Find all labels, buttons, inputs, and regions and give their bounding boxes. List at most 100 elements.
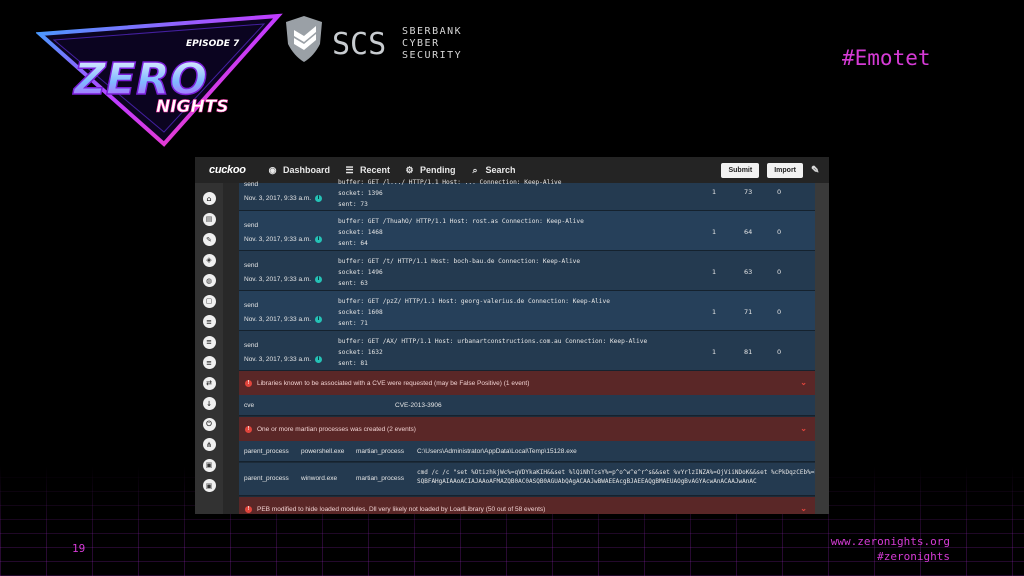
network-icon[interactable]: ◈ xyxy=(202,253,216,267)
return-col: 81 xyxy=(744,348,753,356)
parent-process-value: powershell.exe xyxy=(301,448,345,455)
api-call-row[interactable]: send Nov. 3, 2017, 9:33 a.m. i buffer: G… xyxy=(239,211,815,251)
nav-dashboard-label: Dashboard xyxy=(283,165,331,175)
info-icon[interactable]: i xyxy=(315,195,322,202)
slide-footer-links: www.zeronights.org #zeronights xyxy=(831,534,950,564)
nav-recent[interactable]: ☰ Recent xyxy=(344,165,390,176)
info-icon[interactable]: i xyxy=(315,356,322,363)
arg-sent: sent: 81 xyxy=(338,360,368,367)
behavior-panel: send Nov. 3, 2017, 9:33 a.m. i buffer: G… xyxy=(239,179,825,514)
call-time: Nov. 3, 2017, 9:33 a.m. xyxy=(244,356,312,363)
chevron-down-icon[interactable]: ⌄ xyxy=(800,504,807,513)
arg-socket: socket: 1632 xyxy=(338,349,383,356)
arg-sent: sent: 63 xyxy=(338,280,368,287)
api-call-row[interactable]: send Nov. 3, 2017, 9:33 a.m. i buffer: G… xyxy=(239,291,815,331)
list-icon[interactable]: ≡ xyxy=(202,335,216,349)
arg-socket: socket: 1468 xyxy=(338,229,383,236)
cuckoo-logo[interactable]: cuckoo xyxy=(209,164,267,176)
report-icon[interactable]: ▤ xyxy=(202,212,216,226)
martian-process-key: martian_process xyxy=(356,448,405,455)
signature-data-row: parent_process powershell.exe martian_pr… xyxy=(239,441,815,462)
nav-pending-label: Pending xyxy=(420,165,456,175)
home-icon[interactable]: ⌂ xyxy=(202,192,216,205)
scs-name-line-1: SBERBANK xyxy=(402,26,462,37)
hashtag: #zeronights xyxy=(877,550,950,563)
sidebar: ⌂ ▤ ✎ ◈ ◍ ▢ ≡ ≡ ≡ ⇄ ↓ ⏻ ⋔ ▣ ▣ xyxy=(195,183,223,514)
website-link[interactable]: www.zeronights.org xyxy=(831,534,950,549)
call-arguments: buffer: GET /t/ HTTP/1.1 Host: boch-bau.… xyxy=(338,256,580,289)
repeated-col: 0 xyxy=(777,188,782,196)
scs-logo: SCS SBERBANK CYBER SECURITY xyxy=(286,16,462,62)
nav-search[interactable]: ⌕ Search xyxy=(470,165,516,176)
download-icon[interactable]: ↓ xyxy=(202,397,216,410)
power-icon[interactable]: ⏻ xyxy=(202,417,216,431)
signature-data-row: cve CVE-2013-3906 xyxy=(239,395,815,416)
api-name: send xyxy=(244,302,259,309)
scrollbar[interactable] xyxy=(815,183,829,514)
nav-recent-label: Recent xyxy=(360,165,391,175)
status-col: 1 xyxy=(712,268,717,276)
api-call-row[interactable]: send Nov. 3, 2017, 9:33 a.m. i buffer: G… xyxy=(239,331,815,371)
list-icon[interactable]: ≡ xyxy=(202,315,216,328)
call-time: Nov. 3, 2017, 9:33 a.m. xyxy=(244,195,312,202)
api-name: send xyxy=(244,342,259,349)
lock-icon[interactable]: ▣ xyxy=(202,479,216,492)
arg-sent: sent: 64 xyxy=(338,240,368,247)
call-arguments: buffer: GET /AX/ HTTP/1.1 Host: urbanart… xyxy=(338,336,647,369)
api-call-row[interactable]: send Nov. 3, 2017, 9:33 a.m. i buffer: G… xyxy=(239,179,815,211)
martian-process-value: C:\Users\Administrator\AppData\Local\Tem… xyxy=(417,448,577,455)
submit-button[interactable]: Submit xyxy=(721,162,760,178)
return-col: 71 xyxy=(744,308,753,316)
alert-icon: ! xyxy=(245,425,252,433)
arg-socket: socket: 1396 xyxy=(338,190,383,197)
info-icon[interactable]: i xyxy=(315,276,322,283)
arg-socket: socket: 1608 xyxy=(338,309,383,316)
arg-buffer: buffer: GET /t/ HTTP/1.1 Host: boch-bau.… xyxy=(338,258,581,265)
scs-wordmark: SCS xyxy=(332,27,386,62)
signature-peb-title: PEB modified to hide loaded modules. Dll… xyxy=(257,505,546,513)
info-icon[interactable]: i xyxy=(315,236,322,243)
info-icon[interactable]: i xyxy=(315,316,322,323)
scs-name-line-3: SECURITY xyxy=(402,50,462,61)
arg-buffer: buffer: GET /l.../ HTTP/1.1 Host: ... Co… xyxy=(338,179,562,186)
share-icon[interactable]: ⋔ xyxy=(202,438,216,451)
alert-icon: ! xyxy=(245,379,252,387)
nav-pending[interactable]: ⚙ Pending xyxy=(404,165,456,176)
edit-icon[interactable]: ✎ xyxy=(202,233,216,246)
signature-cve[interactable]: ! Libraries known to be associated with … xyxy=(239,371,815,395)
chevron-down-icon[interactable]: ⌄ xyxy=(800,424,807,433)
command-line-1: cmd /c /c "set %OtizhkjWc%=qVDYkaKIH&&se… xyxy=(417,469,826,476)
repeated-col: 0 xyxy=(777,348,782,356)
brush-icon[interactable]: ✎ xyxy=(811,165,823,176)
call-time: Nov. 3, 2017, 9:33 a.m. xyxy=(244,316,312,323)
search-icon: ⌕ xyxy=(472,164,478,175)
list-icon[interactable]: ≡ xyxy=(202,356,216,369)
api-call-row[interactable]: send Nov. 3, 2017, 9:33 a.m. i buffer: G… xyxy=(239,251,815,291)
repeated-col: 0 xyxy=(777,308,782,316)
nights-wordmark: NIGHTS xyxy=(156,97,229,117)
nav-dashboard[interactable]: ◉ Dashboard xyxy=(267,165,330,176)
import-button[interactable]: Import xyxy=(767,162,803,178)
call-time: Nov. 3, 2017, 9:33 a.m. xyxy=(244,236,312,243)
scs-name-line-2: CYBER xyxy=(402,38,440,49)
call-arguments: buffer: GET /ThuahO/ HTTP/1.1 Host: rost… xyxy=(338,216,584,249)
nav-search-label: Search xyxy=(485,165,516,175)
signature-peb[interactable]: ! PEB modified to hide loaded modules. D… xyxy=(239,497,815,514)
lock-icon[interactable]: ▣ xyxy=(202,458,216,472)
zeronights-logo: EPISODE 7 ZERO NIGHTS xyxy=(36,13,283,147)
arg-buffer: buffer: GET /ThuahO/ HTTP/1.1 Host: rost… xyxy=(338,218,584,225)
status-col: 1 xyxy=(712,228,717,236)
file-icon[interactable]: ▢ xyxy=(202,294,216,308)
repeated-col: 0 xyxy=(777,228,782,236)
shuffle-icon[interactable]: ⇄ xyxy=(202,376,216,390)
api-name: send xyxy=(244,181,259,188)
parent-process-value: winword.exe xyxy=(301,475,338,482)
chevron-down-icon[interactable]: ⌄ xyxy=(800,378,807,387)
arg-sent: sent: 71 xyxy=(338,320,368,327)
api-name: send xyxy=(244,222,259,229)
globe-icon[interactable]: ◍ xyxy=(202,274,216,287)
signature-martian[interactable]: ! One or more martian processes was crea… xyxy=(239,417,815,441)
slide-tag: #Emotet xyxy=(842,46,931,70)
slide-number: 19 xyxy=(72,542,86,555)
episode-label: EPISODE 7 xyxy=(186,39,240,49)
